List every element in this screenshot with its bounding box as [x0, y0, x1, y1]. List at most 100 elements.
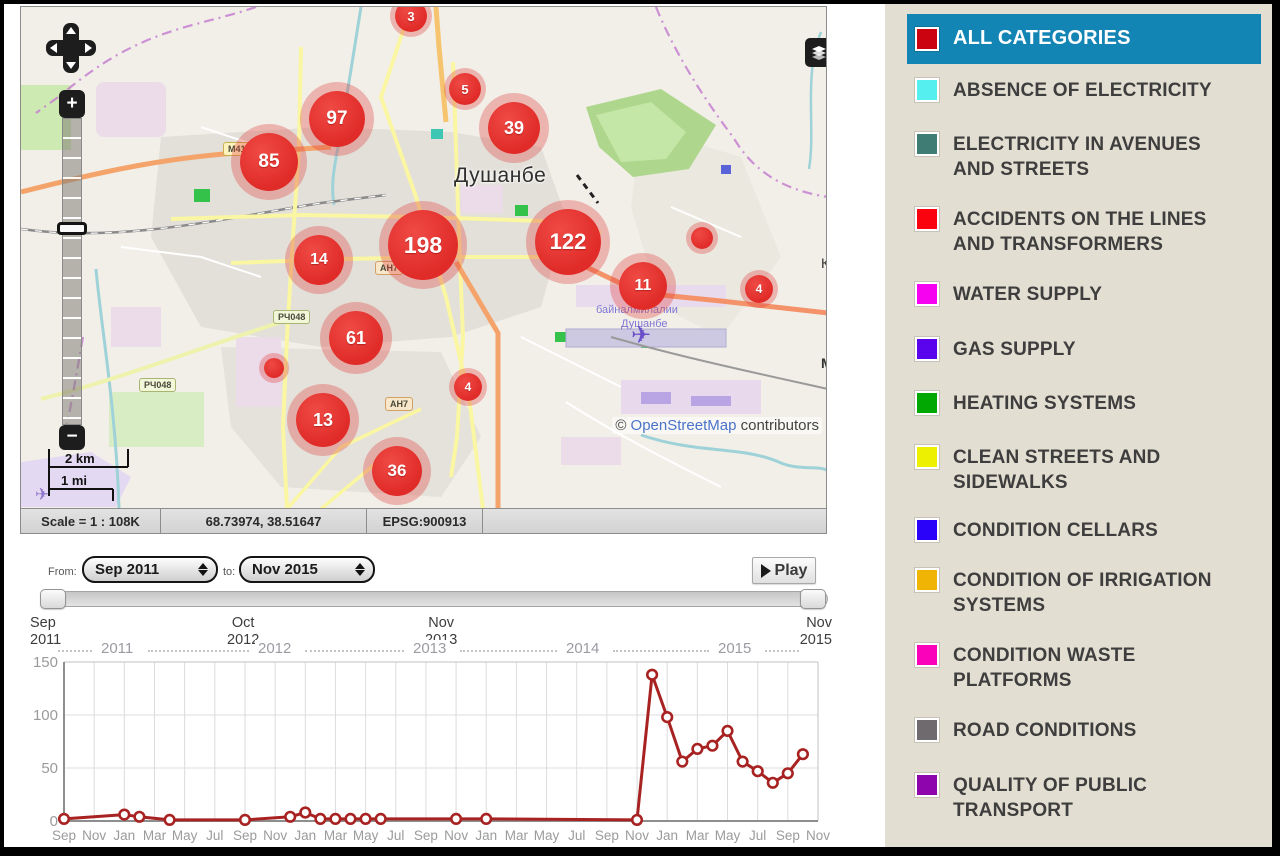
category-color-swatch [915, 518, 939, 542]
cluster-marker-14[interactable]: 14 [294, 235, 344, 285]
svg-text:Jan: Jan [475, 828, 497, 843]
stepper-icon [347, 558, 373, 581]
legend-item-label: ROAD CONDITIONS [953, 718, 1215, 743]
cluster-marker-36[interactable]: 36 [372, 446, 422, 496]
airport-plane-icon: ✈ [35, 485, 49, 505]
cluster-marker-61[interactable]: 61 [329, 311, 383, 365]
legend-item-label: CONDITION CELLARS [953, 518, 1215, 543]
legend-item-all-categories[interactable]: ALL CATEGORIES [907, 14, 1261, 64]
category-color-swatch [915, 718, 939, 742]
layers-icon [810, 44, 827, 62]
slider-handle-start[interactable] [40, 589, 66, 609]
svg-text:May: May [353, 828, 379, 843]
category-color-swatch [915, 132, 939, 156]
svg-text:Jul: Jul [749, 828, 766, 843]
osm-link[interactable]: OpenStreetMap [631, 417, 737, 434]
attribution-suffix: contributors [736, 417, 819, 434]
zoom-out-button[interactable]: − [59, 425, 85, 450]
svg-text:Jul: Jul [206, 828, 223, 843]
pan-down-icon[interactable] [66, 62, 76, 69]
category-color-swatch [915, 568, 939, 592]
zoom-slider-handle[interactable] [57, 222, 87, 235]
cluster-marker-11[interactable]: 11 [619, 262, 667, 310]
road-ref-badge: РЧ048 [139, 378, 176, 392]
from-select-value: Sep 2011 [84, 561, 190, 578]
city-label: Душанбе [454, 164, 546, 188]
legend-item-label: ELECTRICITY IN AVENUES AND STREETS [953, 132, 1215, 182]
play-icon [761, 564, 771, 578]
legend-item-label: ACCIDENTS ON THE LINES AND TRANSFORMERS [953, 207, 1215, 257]
cluster-marker-39[interactable]: 39 [488, 102, 540, 154]
legend-item-label: CLEAN STREETS AND SIDEWALKS [953, 445, 1215, 495]
to-select-value: Nov 2015 [241, 561, 347, 578]
to-label: to: [223, 566, 235, 578]
map-edge-label-k: К [821, 255, 827, 271]
legend-item-label: ALL CATEGORIES [953, 26, 1253, 51]
cluster-marker-97[interactable]: 97 [309, 91, 365, 147]
slider-range-label: Sep 2011 [30, 615, 61, 649]
map-viewport[interactable]: 2 km 1 mi Душанбе байналмилалии Душанбе … [20, 6, 827, 508]
app-screen: 2 km 1 mi Душанбе байналмилалии Душанбе … [0, 0, 1280, 856]
attribution-copyright: © [615, 417, 630, 434]
status-coordinates: 68.73974, 38.51647 [161, 509, 367, 533]
svg-text:Nov: Nov [625, 828, 649, 843]
point-marker[interactable] [264, 358, 284, 378]
pan-right-icon[interactable] [85, 43, 92, 53]
legend-item-label: GAS SUPPLY [953, 337, 1215, 362]
cluster-marker-122[interactable]: 122 [535, 209, 601, 275]
cluster-marker-198[interactable]: 198 [388, 210, 458, 280]
category-legend: ALL CATEGORIESABSENCE OF ELECTRICITYELEC… [885, 4, 1272, 847]
pan-control[interactable] [46, 23, 96, 73]
slider-handle-end[interactable] [800, 589, 826, 609]
category-color-swatch [915, 282, 939, 306]
svg-text:Nov: Nov [444, 828, 468, 843]
legend-item-label: WATER SUPPLY [953, 282, 1215, 307]
pan-left-icon[interactable] [50, 43, 57, 53]
cluster-marker-4[interactable]: 4 [745, 275, 773, 303]
layer-switcher-button[interactable] [805, 38, 827, 67]
page: 2 km 1 mi Душанбе байналмилалии Душанбе … [4, 4, 1272, 847]
play-button[interactable]: Play [752, 557, 816, 584]
svg-text:Nov: Nov [263, 828, 287, 843]
legend-item-label: HEATING SYSTEMS [953, 391, 1215, 416]
cluster-marker-85[interactable]: 85 [240, 133, 298, 191]
svg-text:Jan: Jan [113, 828, 135, 843]
cluster-marker-5[interactable]: 5 [449, 73, 481, 105]
map-edge-label-m: М [821, 355, 827, 371]
legend-item-label: CONDITION OF IRRIGATION SYSTEMS [953, 568, 1215, 618]
svg-text:50: 50 [41, 760, 58, 777]
svg-text:May: May [172, 828, 198, 843]
category-color-swatch [915, 337, 939, 361]
from-label: From: [48, 566, 77, 578]
svg-text:Jan: Jan [294, 828, 316, 843]
cluster-marker-4[interactable]: 4 [454, 373, 482, 401]
svg-text:100: 100 [33, 707, 58, 724]
time-range-slider[interactable] [40, 591, 828, 607]
road-ref-badge: РЧ048 [273, 310, 310, 324]
events-line-chart: 050100150SepNovJanMarMayJulSepNovJanMarM… [20, 650, 844, 846]
legend-item-label: QUALITY OF PUBLIC TRANSPORT [953, 773, 1215, 823]
svg-text:Sep: Sep [595, 828, 619, 843]
svg-text:May: May [715, 828, 741, 843]
to-select[interactable]: Nov 2015 [239, 556, 375, 583]
cluster-marker-13[interactable]: 13 [296, 393, 350, 447]
category-color-swatch [915, 773, 939, 797]
status-projection: EPSG:900913 [367, 509, 483, 533]
svg-text:Sep: Sep [52, 828, 76, 843]
svg-text:Sep: Sep [414, 828, 438, 843]
svg-text:Jul: Jul [568, 828, 585, 843]
zoom-in-button[interactable]: + [59, 90, 85, 118]
map-attribution: © OpenStreetMap contributors [612, 417, 822, 434]
svg-text:Jan: Jan [656, 828, 678, 843]
svg-text:Sep: Sep [233, 828, 257, 843]
pan-up-icon[interactable] [66, 27, 76, 34]
svg-text:Mar: Mar [324, 828, 348, 843]
category-color-swatch [915, 27, 939, 51]
point-marker[interactable] [691, 227, 713, 249]
from-select[interactable]: Sep 2011 [82, 556, 218, 583]
svg-text:Nov: Nov [806, 828, 830, 843]
svg-text:Mar: Mar [505, 828, 529, 843]
zoom-slider-track[interactable] [62, 118, 82, 425]
svg-text:Mar: Mar [686, 828, 710, 843]
status-scale: Scale = 1 : 108K [21, 509, 161, 533]
